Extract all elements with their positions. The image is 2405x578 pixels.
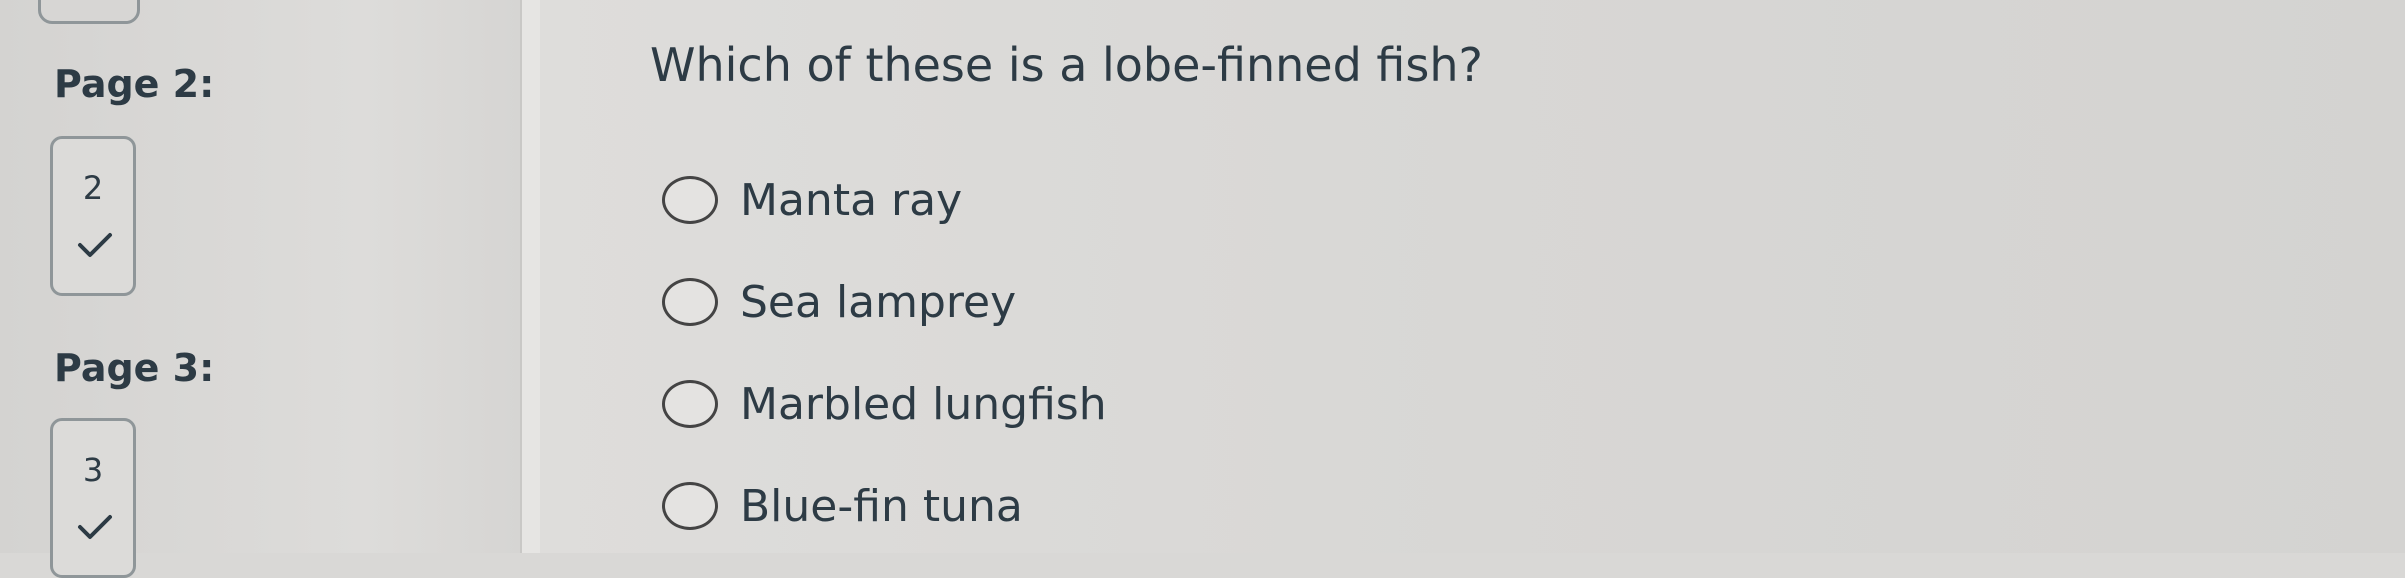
page-2-number: 2 — [82, 169, 104, 207]
page-3-button[interactable]: 3 — [50, 418, 136, 578]
page-3-label: Page 3: — [54, 346, 215, 390]
previous-page-box[interactable] — [38, 0, 140, 24]
answer-option-blue-fin-tuna[interactable]: Blue-fin tuna — [662, 476, 1023, 536]
question-navigation-sidebar: Page 2: 2 Page 3: 3 — [0, 0, 520, 578]
answer-label: Marbled lungfish — [740, 378, 1107, 430]
checkmark-icon — [78, 233, 112, 257]
page-3-number: 3 — [82, 451, 104, 489]
answer-label: Blue-fin tuna — [740, 480, 1023, 532]
radio-button[interactable] — [662, 176, 718, 224]
radio-button[interactable] — [662, 482, 718, 530]
page-2-label: Page 2: — [54, 62, 215, 106]
checkmark-icon — [78, 515, 112, 539]
question-text: Which of these is a lobe-finned fish? — [650, 38, 1483, 92]
answer-option-sea-lamprey[interactable]: Sea lamprey — [662, 272, 1016, 332]
radio-button[interactable] — [662, 380, 718, 428]
page-2-button[interactable]: 2 — [50, 136, 136, 296]
answer-label: Manta ray — [740, 174, 963, 226]
radio-button[interactable] — [662, 278, 718, 326]
answer-option-marbled-lungfish[interactable]: Marbled lungfish — [662, 374, 1107, 434]
sidebar-divider — [520, 0, 541, 553]
answer-option-manta-ray[interactable]: Manta ray — [662, 170, 962, 230]
answer-label: Sea lamprey — [740, 276, 1017, 328]
